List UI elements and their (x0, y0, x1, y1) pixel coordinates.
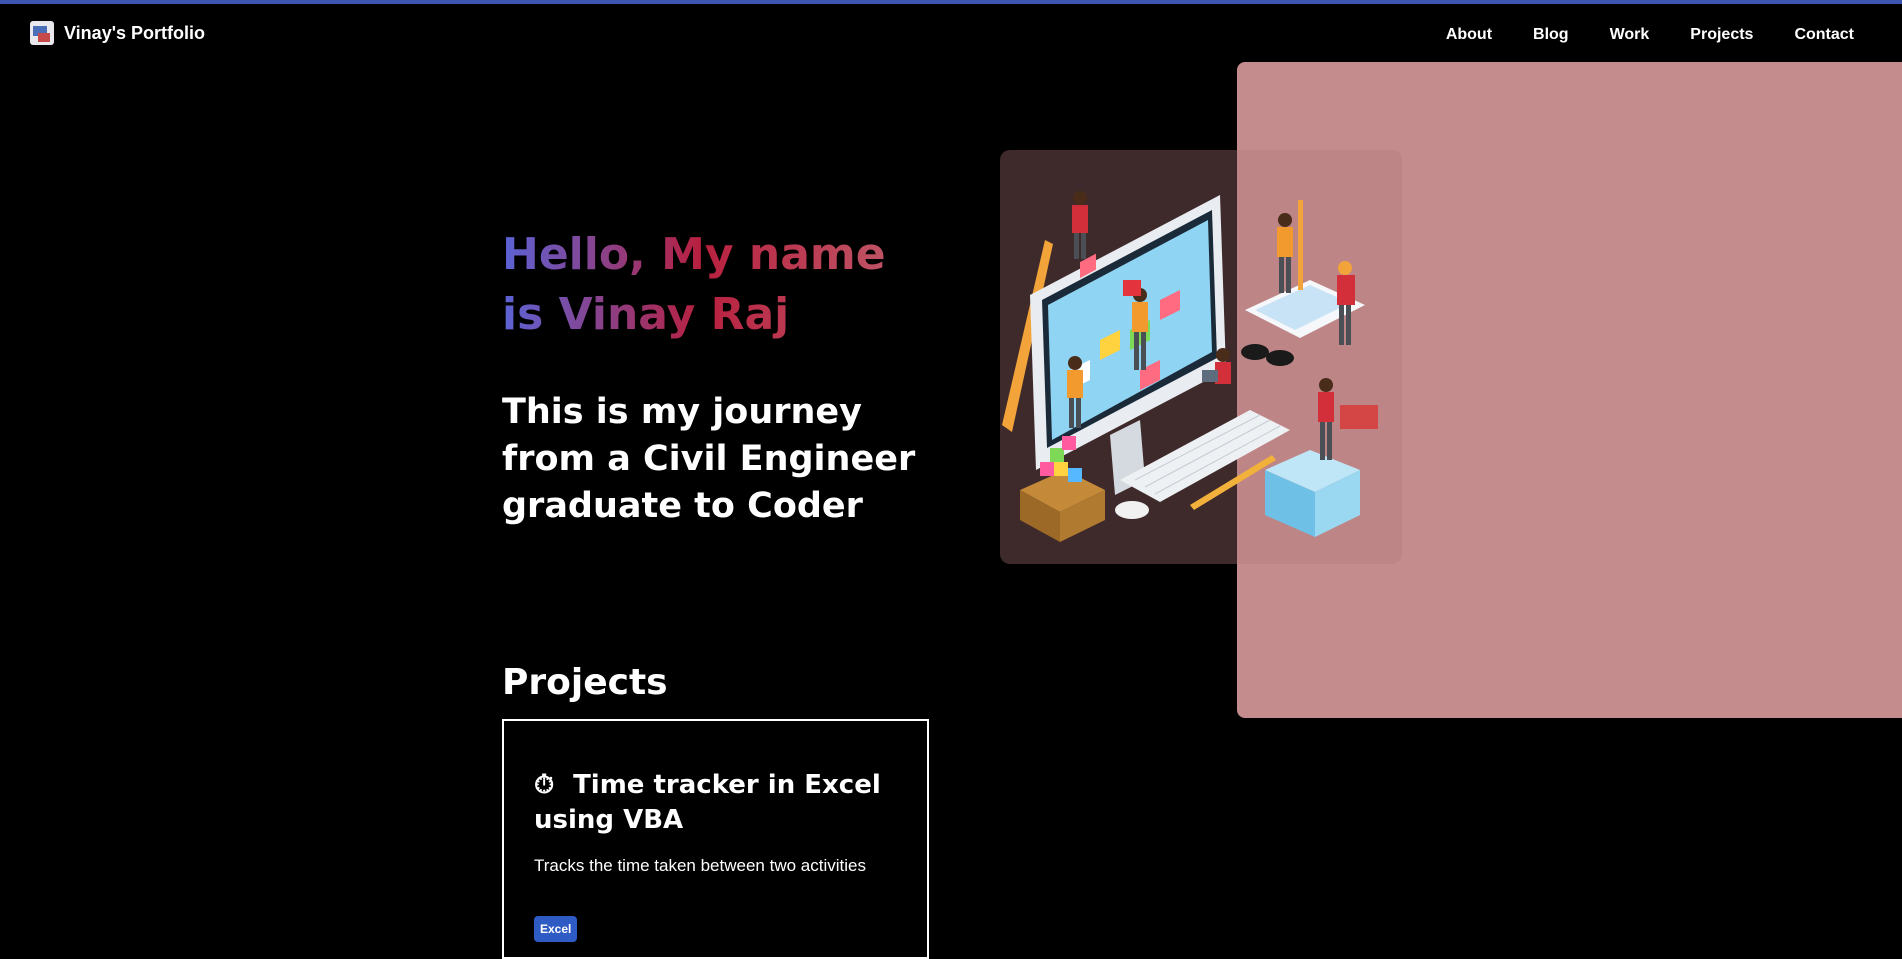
project-title[interactable]: ⏱ Time tracker in Excel using VBA (534, 768, 914, 838)
nav-links: About Blog Work Projects Contact (1405, 26, 1854, 44)
project-tag-excel[interactable]: Excel (534, 916, 578, 942)
project-description: Tracks the time taken between two activi… (534, 856, 866, 875)
navbar: Vinay's Portfolio About Blog Work Projec… (0, 4, 1902, 66)
nav-link-about[interactable]: About (1446, 26, 1492, 44)
brand-title[interactable]: Vinay's Portfolio (64, 23, 205, 44)
stopwatch-icon: ⏱ (534, 770, 555, 800)
hero-greeting: Hello, My name is Vinay Raj (502, 225, 942, 345)
brand[interactable]: Vinay's Portfolio (30, 21, 205, 45)
nav-link-blog[interactable]: Blog (1533, 26, 1569, 44)
team-illustration (1002, 191, 1378, 542)
nav-link-work[interactable]: Work (1610, 26, 1650, 44)
project-card[interactable]: ⏱ Time tracker in Excel using VBA Tracks… (502, 719, 929, 959)
project-title-text: Time tracker in Excel using VBA (534, 770, 881, 835)
nav-link-contact[interactable]: Contact (1794, 26, 1854, 44)
hero-subtitle: This is my journey from a Civil Engineer… (502, 392, 916, 527)
logo-icon (30, 21, 54, 45)
nav-link-projects[interactable]: Projects (1690, 26, 1753, 44)
projects-section-title: Projects (502, 661, 668, 703)
